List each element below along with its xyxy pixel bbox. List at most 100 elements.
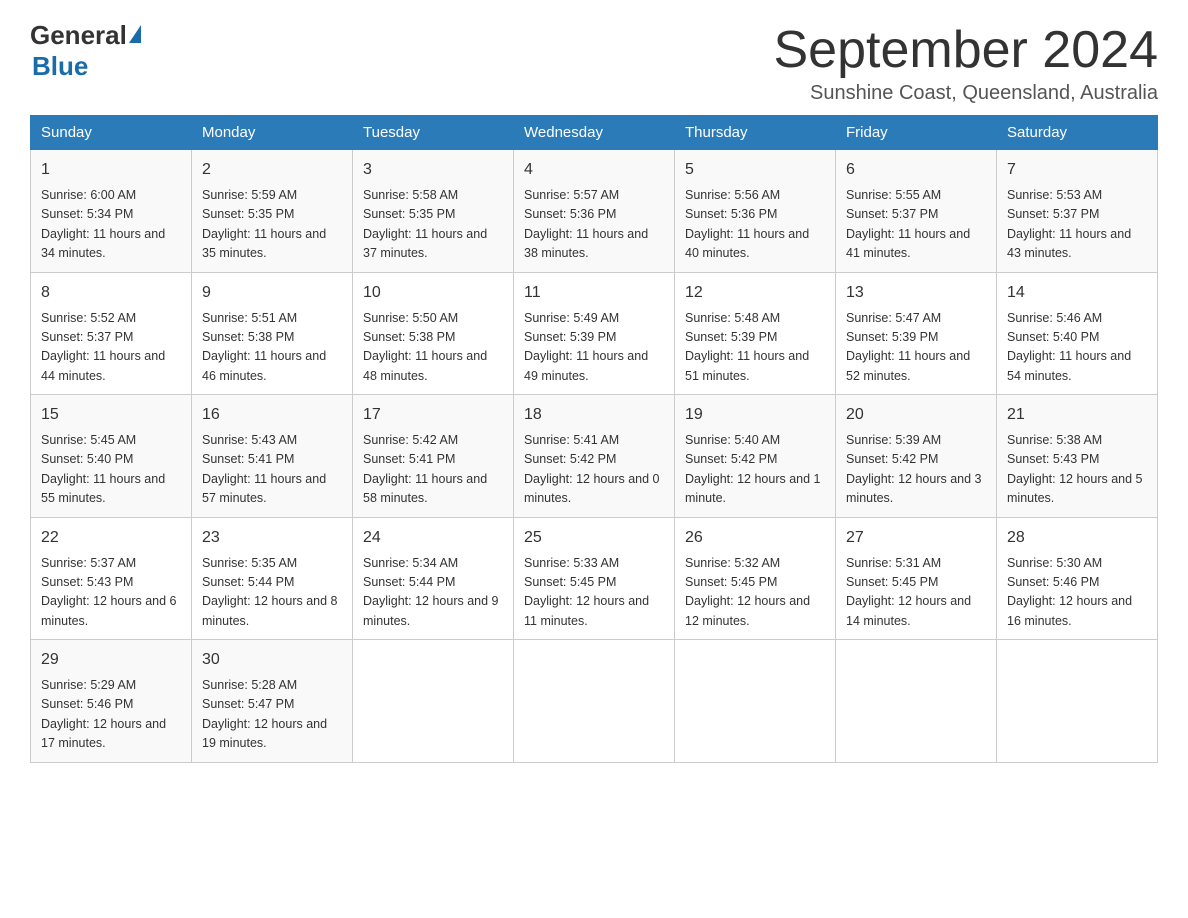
- day-info: Sunrise: 5:30 AMSunset: 5:46 PMDaylight:…: [1007, 554, 1147, 632]
- day-number: 24: [363, 526, 503, 550]
- calendar-cell: 25 Sunrise: 5:33 AMSunset: 5:45 PMDayligh…: [514, 517, 675, 640]
- day-info: Sunrise: 5:35 AMSunset: 5:44 PMDaylight:…: [202, 554, 342, 632]
- day-info: Sunrise: 5:52 AMSunset: 5:37 PMDaylight:…: [41, 309, 181, 387]
- calendar-cell: 19 Sunrise: 5:40 AMSunset: 5:42 PMDayligh…: [675, 395, 836, 518]
- page-header: General Blue September 2024 Sunshine Coa…: [30, 20, 1158, 105]
- day-info: Sunrise: 5:59 AMSunset: 5:35 PMDaylight:…: [202, 186, 342, 264]
- calendar-cell: 18Sunrise: 5:41 AMSunset: 5:42 PMDayligh…: [514, 395, 675, 518]
- day-info: Sunrise: 5:51 AMSunset: 5:38 PMDaylight:…: [202, 309, 342, 387]
- calendar-cell: 12Sunrise: 5:48 AMSunset: 5:39 PMDayligh…: [675, 272, 836, 395]
- calendar-cell: 14 Sunrise: 5:46 AMSunset: 5:40 PMDayligh…: [997, 272, 1158, 395]
- day-info: Sunrise: 5:39 AMSunset: 5:42 PMDaylight:…: [846, 431, 986, 509]
- logo: General Blue: [30, 20, 141, 82]
- calendar-cell: 21 Sunrise: 5:38 AMSunset: 5:43 PMDayligh…: [997, 395, 1158, 518]
- day-number: 11: [524, 281, 664, 305]
- day-number: 26: [685, 526, 825, 550]
- day-info: Sunrise: 5:45 AMSunset: 5:40 PMDaylight:…: [41, 431, 181, 509]
- day-info: Sunrise: 5:56 AMSunset: 5:36 PMDaylight:…: [685, 186, 825, 264]
- calendar-cell: 17 Sunrise: 5:42 AMSunset: 5:41 PMDayligh…: [353, 395, 514, 518]
- calendar-cell: 9 Sunrise: 5:51 AMSunset: 5:38 PMDaylight…: [192, 272, 353, 395]
- calendar-week-row: 29Sunrise: 5:29 AMSunset: 5:46 PMDayligh…: [31, 640, 1158, 763]
- day-header-sunday: Sunday: [31, 116, 192, 150]
- calendar-cell: 6 Sunrise: 5:55 AMSunset: 5:37 PMDaylight…: [836, 150, 997, 273]
- day-info: Sunrise: 5:50 AMSunset: 5:38 PMDaylight:…: [363, 309, 503, 387]
- calendar-cell: [675, 640, 836, 763]
- logo-text-general: General: [30, 20, 127, 51]
- calendar-week-row: 22 Sunrise: 5:37 AMSunset: 5:43 PMDayligh…: [31, 517, 1158, 640]
- day-number: 13: [846, 281, 986, 305]
- day-info: Sunrise: 5:33 AMSunset: 5:45 PMDaylight:…: [524, 554, 664, 632]
- day-info: Sunrise: 5:46 AMSunset: 5:40 PMDaylight:…: [1007, 309, 1147, 387]
- day-info: Sunrise: 5:53 AMSunset: 5:37 PMDaylight:…: [1007, 186, 1147, 264]
- day-info: Sunrise: 5:43 AMSunset: 5:41 PMDaylight:…: [202, 431, 342, 509]
- day-info: Sunrise: 5:55 AMSunset: 5:37 PMDaylight:…: [846, 186, 986, 264]
- calendar-week-row: 1 Sunrise: 6:00 AMSunset: 5:34 PMDaylight…: [31, 150, 1158, 273]
- logo-triangle-icon: [129, 25, 141, 43]
- calendar-cell: 1 Sunrise: 6:00 AMSunset: 5:34 PMDaylight…: [31, 150, 192, 273]
- calendar-week-row: 15 Sunrise: 5:45 AMSunset: 5:40 PMDayligh…: [31, 395, 1158, 518]
- day-number: 10: [363, 281, 503, 305]
- calendar-cell: 13Sunrise: 5:47 AMSunset: 5:39 PMDayligh…: [836, 272, 997, 395]
- day-number: 17: [363, 403, 503, 427]
- calendar-cell: 10 Sunrise: 5:50 AMSunset: 5:38 PMDayligh…: [353, 272, 514, 395]
- month-title: September 2024: [774, 20, 1159, 80]
- logo-text-blue: Blue: [32, 51, 88, 81]
- day-number: 2: [202, 158, 342, 182]
- calendar-cell: 3 Sunrise: 5:58 AMSunset: 5:35 PMDaylight…: [353, 150, 514, 273]
- calendar-table: SundayMondayTuesdayWednesdayThursdayFrid…: [30, 115, 1158, 763]
- day-info: Sunrise: 5:37 AMSunset: 5:43 PMDaylight:…: [41, 554, 181, 632]
- day-info: Sunrise: 5:40 AMSunset: 5:42 PMDaylight:…: [685, 431, 825, 509]
- day-header-friday: Friday: [836, 116, 997, 150]
- calendar-cell: 5 Sunrise: 5:56 AMSunset: 5:36 PMDaylight…: [675, 150, 836, 273]
- day-number: 28: [1007, 526, 1147, 550]
- day-header-tuesday: Tuesday: [353, 116, 514, 150]
- day-number: 22: [41, 526, 181, 550]
- day-number: 1: [41, 158, 181, 182]
- calendar-cell: 30Sunrise: 5:28 AMSunset: 5:47 PMDayligh…: [192, 640, 353, 763]
- day-info: Sunrise: 5:28 AMSunset: 5:47 PMDaylight:…: [202, 676, 342, 754]
- calendar-cell: 26 Sunrise: 5:32 AMSunset: 5:45 PMDayligh…: [675, 517, 836, 640]
- day-number: 8: [41, 281, 181, 305]
- calendar-cell: 27Sunrise: 5:31 AMSunset: 5:45 PMDayligh…: [836, 517, 997, 640]
- day-info: Sunrise: 5:41 AMSunset: 5:42 PMDaylight:…: [524, 431, 664, 509]
- calendar-cell: [836, 640, 997, 763]
- day-number: 5: [685, 158, 825, 182]
- day-header-saturday: Saturday: [997, 116, 1158, 150]
- calendar-cell: 29Sunrise: 5:29 AMSunset: 5:46 PMDayligh…: [31, 640, 192, 763]
- day-header-thursday: Thursday: [675, 116, 836, 150]
- day-info: Sunrise: 6:00 AMSunset: 5:34 PMDaylight:…: [41, 186, 181, 264]
- day-number: 15: [41, 403, 181, 427]
- calendar-cell: 22 Sunrise: 5:37 AMSunset: 5:43 PMDayligh…: [31, 517, 192, 640]
- calendar-cell: 16Sunrise: 5:43 AMSunset: 5:41 PMDayligh…: [192, 395, 353, 518]
- calendar-week-row: 8 Sunrise: 5:52 AMSunset: 5:37 PMDaylight…: [31, 272, 1158, 395]
- day-info: Sunrise: 5:49 AMSunset: 5:39 PMDaylight:…: [524, 309, 664, 387]
- day-number: 3: [363, 158, 503, 182]
- day-info: Sunrise: 5:32 AMSunset: 5:45 PMDaylight:…: [685, 554, 825, 632]
- calendar-cell: 28 Sunrise: 5:30 AMSunset: 5:46 PMDayligh…: [997, 517, 1158, 640]
- day-info: Sunrise: 5:42 AMSunset: 5:41 PMDaylight:…: [363, 431, 503, 509]
- day-number: 14: [1007, 281, 1147, 305]
- day-number: 23: [202, 526, 342, 550]
- calendar-cell: 11 Sunrise: 5:49 AMSunset: 5:39 PMDayligh…: [514, 272, 675, 395]
- day-number: 9: [202, 281, 342, 305]
- day-info: Sunrise: 5:48 AMSunset: 5:39 PMDaylight:…: [685, 309, 825, 387]
- day-info: Sunrise: 5:57 AMSunset: 5:36 PMDaylight:…: [524, 186, 664, 264]
- calendar-cell: 24Sunrise: 5:34 AMSunset: 5:44 PMDayligh…: [353, 517, 514, 640]
- day-number: 25: [524, 526, 664, 550]
- day-info: Sunrise: 5:38 AMSunset: 5:43 PMDaylight:…: [1007, 431, 1147, 509]
- location-subtitle: Sunshine Coast, Queensland, Australia: [774, 82, 1159, 105]
- day-number: 7: [1007, 158, 1147, 182]
- day-number: 19: [685, 403, 825, 427]
- calendar-cell: 2 Sunrise: 5:59 AMSunset: 5:35 PMDaylight…: [192, 150, 353, 273]
- day-info: Sunrise: 5:58 AMSunset: 5:35 PMDaylight:…: [363, 186, 503, 264]
- calendar-cell: 20 Sunrise: 5:39 AMSunset: 5:42 PMDayligh…: [836, 395, 997, 518]
- calendar-cell: [997, 640, 1158, 763]
- title-area: September 2024 Sunshine Coast, Queenslan…: [774, 20, 1159, 105]
- calendar-header-row: SundayMondayTuesdayWednesdayThursdayFrid…: [31, 116, 1158, 150]
- calendar-cell: [353, 640, 514, 763]
- day-info: Sunrise: 5:31 AMSunset: 5:45 PMDaylight:…: [846, 554, 986, 632]
- day-number: 20: [846, 403, 986, 427]
- day-number: 6: [846, 158, 986, 182]
- day-number: 21: [1007, 403, 1147, 427]
- calendar-cell: 4Sunrise: 5:57 AMSunset: 5:36 PMDaylight…: [514, 150, 675, 273]
